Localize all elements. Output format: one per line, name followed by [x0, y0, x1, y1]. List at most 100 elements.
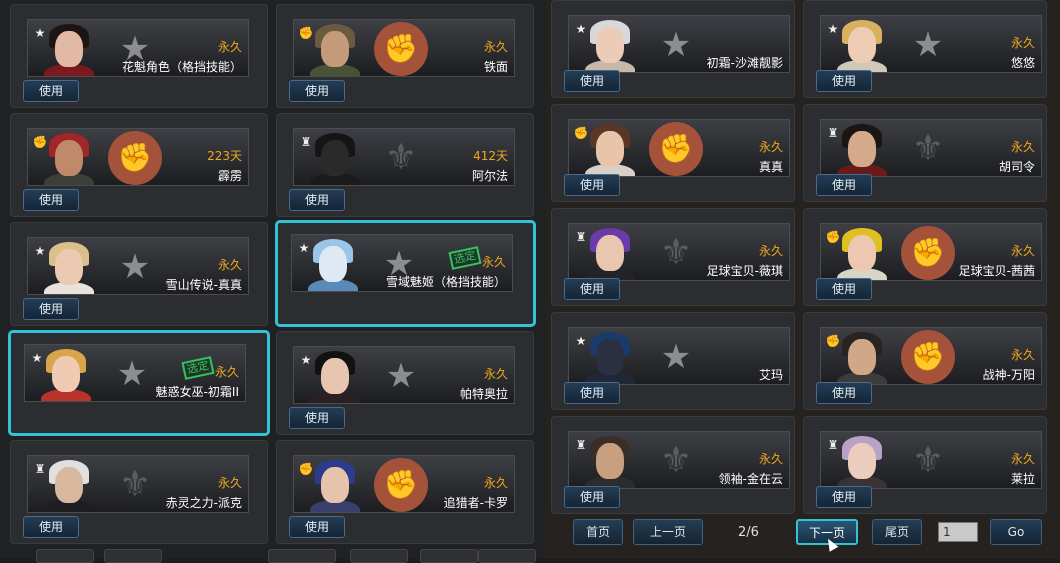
character-card[interactable]: ♜ ⚜ 永久 足球宝贝-薇琪 使用 — [551, 208, 795, 306]
character-banner: ★ ★ 艾玛 — [568, 327, 790, 385]
star-badge-icon: ★ — [34, 244, 46, 258]
duration-label: 412天 — [473, 149, 508, 163]
character-banner: ★ ★ 永久 魅惑女巫-初霜II 选定 — [24, 344, 246, 402]
character-card[interactable]: ★ ★ 永久 帕特奥拉 使用 — [276, 331, 534, 435]
character-card[interactable]: ★ ★ 永久 悠悠 使用 — [803, 0, 1047, 98]
portrait-face — [55, 140, 83, 176]
wing-emblem-icon: ⚜ — [384, 137, 418, 178]
character-banner: ✊ ✊ 永久 追猎者-卡罗 — [293, 455, 515, 513]
use-button[interactable]: 使用 — [23, 516, 79, 538]
star-badge-icon: ★ — [298, 241, 310, 255]
duration-label: 永久 — [483, 367, 508, 381]
page-number-input[interactable] — [938, 522, 978, 542]
use-button[interactable]: 使用 — [23, 298, 79, 320]
portrait-face — [596, 339, 624, 375]
selected-stamp: 选定 — [448, 246, 482, 270]
fist-badge-icon: ✊ — [825, 334, 841, 348]
character-card[interactable]: ★ ★ 永久 雪山传说-真真 使用 — [10, 222, 268, 326]
wing-badge-icon: ♜ — [34, 462, 46, 476]
go-button[interactable]: Go — [990, 519, 1042, 545]
wing-badge-icon: ♜ — [575, 230, 587, 244]
partial-button[interactable] — [420, 549, 478, 563]
use-button[interactable]: 使用 — [564, 278, 620, 300]
character-name: 花魁角色（格挡技能） — [121, 60, 242, 74]
character-card[interactable]: ♜ ⚜ 永久 赤灵之力-派克 使用 — [10, 440, 268, 544]
use-button[interactable]: 使用 — [289, 407, 345, 429]
prev-page-button[interactable]: 上一页 — [633, 519, 703, 545]
partial-button[interactable] — [268, 549, 336, 563]
use-button[interactable]: 使用 — [564, 70, 620, 92]
left-panel: ★ ★ 永久 花魁角色（格挡技能） 使用 ✊ ✊ 永久 铁面 使用 ✊ ✊ 223天 霹雳 使用 ♜ ⚜ 412天… — [0, 0, 545, 559]
fist-emblem-icon: ✊ — [374, 22, 428, 76]
character-name: 真真 — [758, 160, 783, 174]
character-banner: ♜ ⚜ 永久 胡司令 — [820, 119, 1042, 177]
character-banner: ★ ★ 永久 雪域魅姬（格挡技能） 选定 — [291, 234, 513, 292]
duration-label: 永久 — [483, 40, 508, 54]
use-button[interactable]: 使用 — [816, 70, 872, 92]
character-banner: ★ ★ 永久 帕特奥拉 — [293, 346, 515, 404]
fist-badge-icon: ✊ — [32, 135, 48, 149]
use-button[interactable]: 使用 — [564, 382, 620, 404]
partial-button[interactable] — [478, 549, 536, 563]
last-page-button[interactable]: 尾页 — [872, 519, 922, 545]
star-badge-icon: ★ — [34, 26, 46, 40]
character-card[interactable]: ✊ ✊ 永久 足球宝贝-茜茜 使用 — [803, 208, 1047, 306]
character-card[interactable]: ✊ ✊ 永久 追猎者-卡罗使用 — [276, 440, 534, 544]
star-emblem-icon: ★ — [385, 356, 417, 396]
character-name: 足球宝贝-茜茜 — [958, 264, 1035, 278]
character-card[interactable]: ✊ ✊ 永久 真真 使用 — [551, 104, 795, 202]
character-card[interactable]: ✊ ✊ 永久 铁面 使用 — [276, 4, 534, 108]
use-button[interactable]: 使用 — [816, 382, 872, 404]
character-name: 胡司令 — [998, 160, 1035, 174]
character-name: 赤灵之力-派克 — [165, 496, 242, 510]
duration-label: 永久 — [758, 452, 783, 466]
fist-badge-icon: ✊ — [298, 26, 314, 40]
partial-button[interactable] — [36, 549, 94, 563]
right-panel: ★ ★ 初霜-沙滩靓影 使用 ★ ★ 永久 悠悠 使用 ✊ ✊ 永久 真真 使用 ♜ ⚜ 永久 胡司令 使用 ♜ ⚜ 永久… — [545, 0, 1060, 559]
portrait-face — [321, 140, 349, 176]
use-button[interactable]: 使用 — [289, 516, 345, 538]
character-card[interactable]: ★ ★ 初霜-沙滩靓影 使用 — [551, 0, 795, 98]
character-banner: ♜ ⚜ 永久 领袖-金在云 — [568, 431, 790, 489]
first-page-button[interactable]: 首页 — [573, 519, 623, 545]
partial-button[interactable] — [350, 549, 408, 563]
use-button[interactable]: 使用 — [564, 174, 620, 196]
portrait-face — [848, 443, 876, 479]
use-button[interactable]: 使用 — [816, 486, 872, 508]
page-indicator: 2/6 — [738, 525, 759, 540]
character-name: 初霜-沙滩靓影 — [706, 56, 783, 70]
portrait-face — [848, 235, 876, 271]
character-card[interactable]: ★ ★ 艾玛 使用 — [551, 312, 795, 410]
character-banner: ★ ★ 永久 悠悠 — [820, 15, 1042, 73]
use-button[interactable]: 使用 — [816, 278, 872, 300]
use-button[interactable]: 使用 — [564, 486, 620, 508]
character-card[interactable]: ♜ ⚜ 永久 莱拉 使用 — [803, 416, 1047, 514]
partial-button[interactable] — [104, 549, 162, 563]
use-button[interactable]: 使用 — [289, 189, 345, 211]
use-button[interactable]: 使用 — [289, 80, 345, 102]
character-card[interactable]: ✊ ✊ 永久 战神-万阳 使用 — [803, 312, 1047, 410]
character-name: 战神-万阳 — [982, 368, 1035, 382]
portrait-face — [55, 467, 83, 503]
portrait-face — [596, 235, 624, 271]
character-card[interactable]: ♜ ⚜ 永久 胡司令 使用 — [803, 104, 1047, 202]
use-button[interactable]: 使用 — [816, 174, 872, 196]
character-card[interactable]: ✊ ✊ 223天 霹雳 使用 — [10, 113, 268, 217]
character-name: 悠悠 — [1010, 56, 1035, 70]
portrait-face — [321, 31, 349, 67]
duration-label: 永久 — [758, 140, 783, 154]
character-card[interactable]: ★ ★ 永久 雪域魅姬（格挡技能） 选定 — [275, 220, 536, 327]
portrait-face — [321, 467, 349, 503]
use-button[interactable]: 使用 — [23, 189, 79, 211]
wing-badge-icon: ♜ — [575, 438, 587, 452]
portrait-face — [319, 246, 347, 282]
character-card[interactable]: ★ ★ 永久 花魁角色（格挡技能） 使用 — [10, 4, 268, 108]
character-card[interactable]: ★ ★ 永久 魅惑女巫-初霜II 选定 — [8, 330, 270, 436]
use-button[interactable]: 使用 — [23, 80, 79, 102]
portrait-face — [596, 27, 624, 63]
character-banner: ✊ ✊ 永久 真真 — [568, 119, 790, 177]
star-emblem-icon: ★ — [912, 25, 944, 65]
character-card[interactable]: ♜ ⚜ 412天 阿尔法 使用 — [276, 113, 534, 217]
character-card[interactable]: ♜ ⚜ 永久 领袖-金在云 使用 — [551, 416, 795, 514]
character-banner: ★ ★ 永久 花魁角色（格挡技能） — [27, 19, 249, 77]
